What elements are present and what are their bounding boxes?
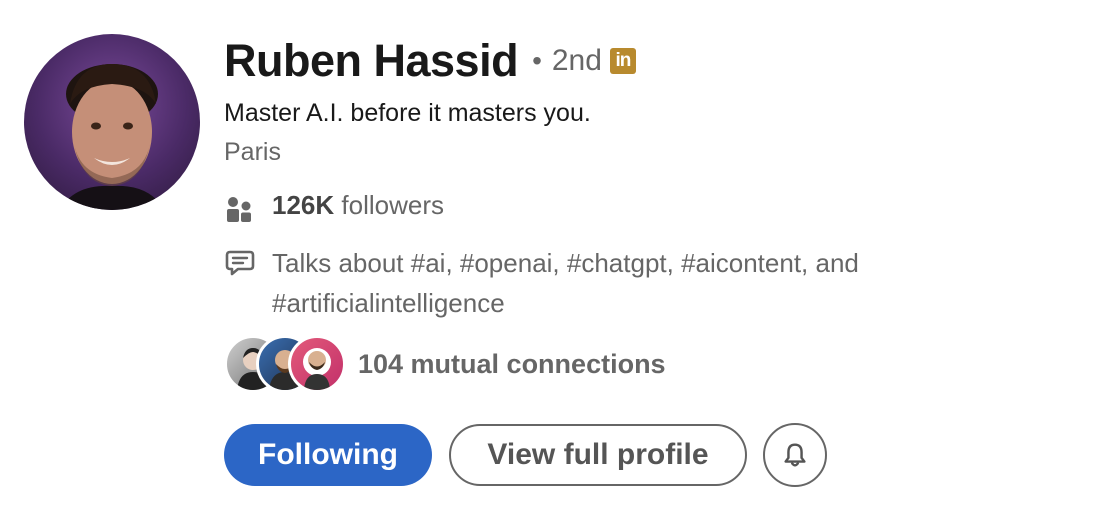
mutual-avatar [288, 335, 346, 393]
bell-icon [784, 443, 806, 467]
mutual-connections[interactable]: 104 mutual connections [224, 335, 1078, 393]
people-icon [227, 197, 251, 222]
notification-bell-button[interactable] [763, 423, 827, 487]
followers-count: 126K [272, 190, 335, 220]
profile-name[interactable]: Ruben Hassid [224, 35, 519, 87]
followers-label: followers [334, 190, 444, 220]
profile-headline: Master A.I. before it masters you. [224, 99, 591, 127]
linkedin-icon: in [609, 48, 636, 74]
connection-degree: 2nd [551, 44, 602, 77]
profile-location: Paris [224, 138, 281, 166]
speech-bubble-icon [225, 250, 255, 276]
talks-about-text: Talks about #ai, #openai, #chatgpt, #aic… [272, 248, 859, 318]
view-full-profile-button[interactable]: View full profile [449, 424, 747, 486]
talks-about-row: Talks about #ai, #openai, #chatgpt, #aic… [224, 243, 1078, 323]
profile-card: Ruben Hassid • 2nd in Master A.I. before… [224, 30, 1078, 487]
following-button[interactable]: Following [224, 424, 432, 486]
mutual-avatars [224, 335, 346, 393]
action-buttons: Following View full profile [224, 423, 1078, 487]
name-row: Ruben Hassid • 2nd in [224, 30, 1078, 92]
followers-text: 126K followers [272, 190, 444, 221]
profile-photo [60, 64, 164, 210]
mutual-connections-label[interactable]: 104 mutual connections [358, 349, 666, 380]
profile-avatar[interactable] [24, 34, 200, 210]
followers-row: 126K followers [224, 190, 1078, 225]
separator-dot: • [532, 45, 542, 76]
